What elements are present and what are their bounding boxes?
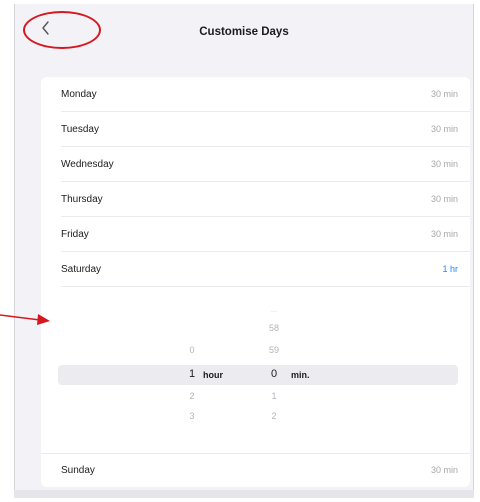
day-row-sunday[interactable]: Sunday 30 min — [41, 453, 470, 487]
hour-option[interactable]: 2 — [177, 391, 207, 401]
day-row-monday[interactable]: Monday 30 min — [41, 77, 470, 111]
minute-option[interactable]: 59 — [259, 345, 289, 355]
day-row-saturday[interactable]: Saturday 1 hr — [41, 252, 470, 286]
picker-selection-band — [58, 365, 458, 385]
day-value: 30 min — [430, 465, 458, 475]
day-value: 1 hr — [442, 264, 458, 274]
hour-option[interactable]: 0 — [177, 345, 207, 355]
day-row-thursday[interactable]: Thursday 30 min — [41, 182, 470, 216]
minute-unit-label: min. — [291, 370, 310, 380]
day-label: Tuesday — [61, 123, 99, 135]
day-value: 30 min — [430, 89, 458, 99]
hour-unit-label: hour — [203, 370, 223, 380]
duration-picker[interactable]: 0 1 2 3 hour ··· 58 59 0 1 2 min. — [41, 293, 470, 455]
divider — [61, 286, 470, 287]
day-label: Wednesday — [61, 158, 114, 170]
day-label: Monday — [61, 88, 97, 100]
minute-selected[interactable]: 0 — [259, 368, 289, 380]
hour-option[interactable]: 3 — [177, 411, 207, 421]
day-value: 30 min — [430, 159, 458, 169]
days-list: Monday 30 min Tuesday 30 min Wednesday 3… — [41, 77, 470, 487]
app-window: Customise Days Monday 30 min Tuesday 30 … — [14, 4, 474, 498]
day-row-tuesday[interactable]: Tuesday 30 min — [41, 112, 470, 146]
minute-option[interactable]: 2 — [259, 411, 289, 421]
day-row-friday[interactable]: Friday 30 min — [41, 217, 470, 251]
day-label: Sunday — [61, 464, 95, 476]
day-label: Saturday — [61, 263, 102, 275]
day-label: Friday — [61, 228, 89, 240]
navigation-bar: Customise Days — [15, 4, 473, 60]
annotation-arrow-icon — [0, 314, 50, 325]
day-row-wednesday[interactable]: Wednesday 30 min — [41, 147, 470, 181]
minute-option[interactable]: 1 — [259, 391, 289, 401]
page-title: Customise Days — [199, 26, 289, 38]
window-bottom-edge — [14, 490, 474, 498]
day-label: Thursday — [61, 193, 103, 205]
minute-option[interactable]: 58 — [259, 323, 289, 333]
day-value: 30 min — [430, 124, 458, 134]
minute-option: ··· — [271, 309, 277, 315]
day-value: 30 min — [430, 229, 458, 239]
day-value: 30 min — [430, 194, 458, 204]
